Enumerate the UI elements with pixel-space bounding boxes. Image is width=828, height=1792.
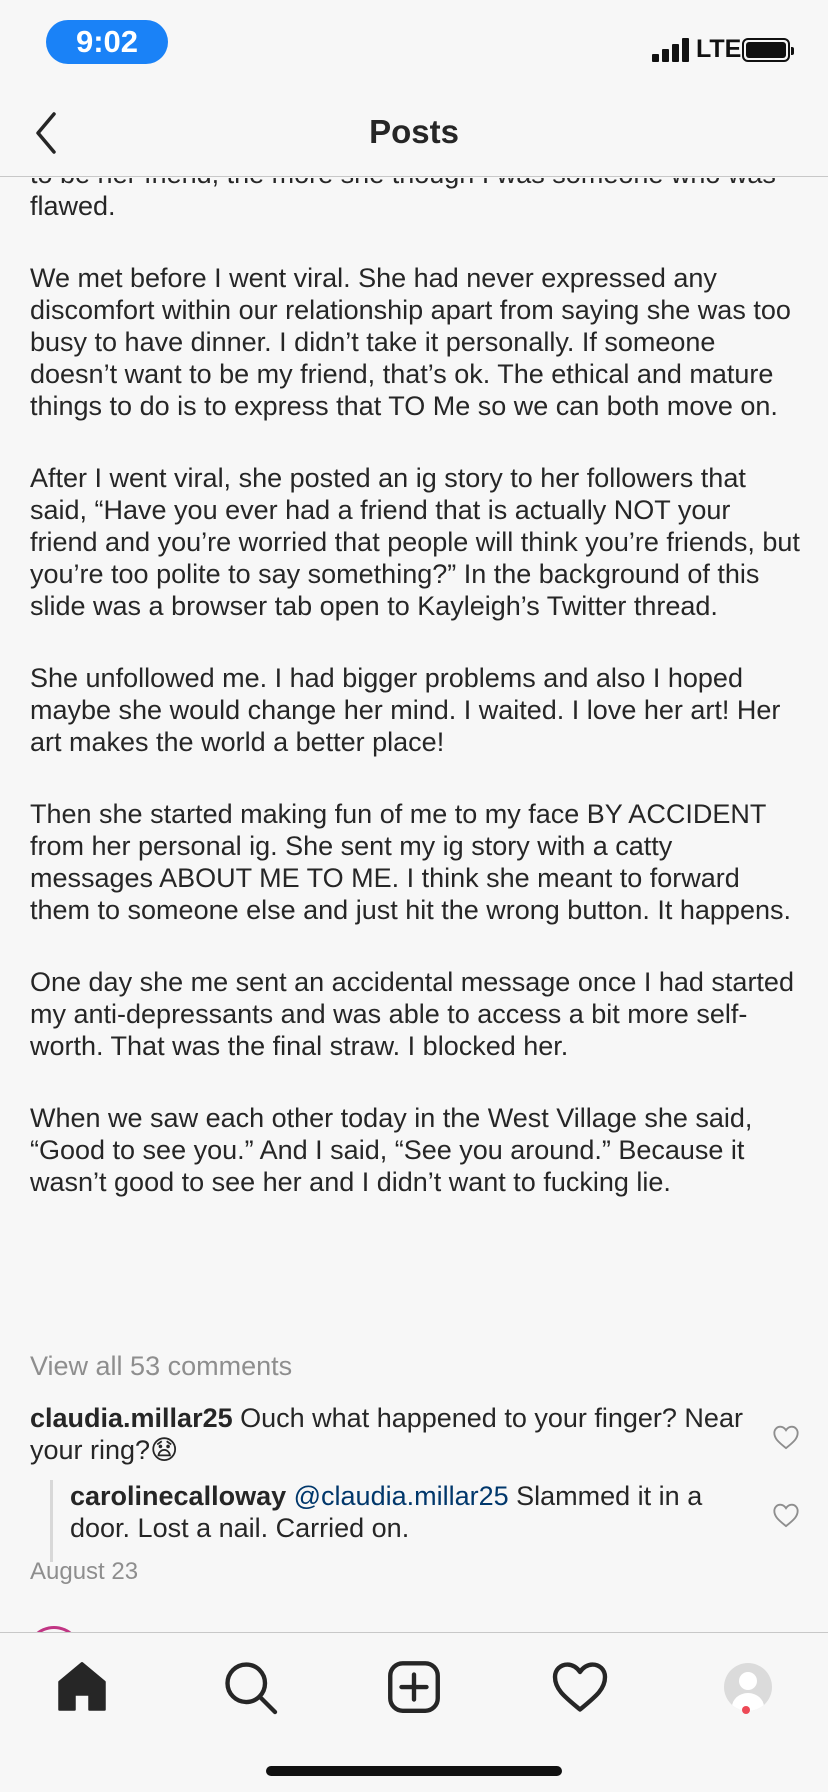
comment-reply: carolinecalloway @claudia.millar25 Slamm… [70, 1480, 750, 1544]
page-title: Posts [369, 113, 459, 150]
search-icon [225, 1662, 278, 1715]
home-indicator[interactable] [266, 1766, 562, 1776]
heart-icon [773, 1425, 799, 1450]
nav-header: Posts [0, 88, 828, 177]
post-date: August 23 [30, 1558, 139, 1585]
caption-paragraph: She unfollowed me. I had bigger problems… [30, 663, 788, 757]
add-post-icon [388, 1661, 440, 1713]
caption-paragraph: One day she me sent an accidental messag… [30, 967, 802, 1061]
comment: claudia.millar25 Ouch what happened to y… [30, 1402, 750, 1466]
tab-activity[interactable] [550, 1657, 610, 1717]
caption-paragraph: We met before I went viral. She had neve… [30, 263, 799, 421]
instagram-post-screen: 9:02 LTE Posts to be her friend, the mor… [0, 0, 828, 1792]
comment-username[interactable]: claudia.millar25 [30, 1403, 233, 1433]
comment-mention[interactable]: @claudia.millar25 [294, 1481, 509, 1511]
signal-icon [652, 38, 692, 62]
caption-paragraph: When we saw each other today in the West… [30, 1103, 760, 1197]
comment-username[interactable]: carolinecalloway [70, 1481, 286, 1511]
heart-icon [552, 1662, 608, 1712]
tab-search[interactable] [220, 1657, 280, 1717]
home-icon [58, 1662, 106, 1711]
notification-dot [742, 1706, 750, 1714]
status-time[interactable]: 9:02 [46, 20, 168, 64]
view-all-comments-link[interactable]: View all 53 comments [30, 1350, 292, 1382]
reply-thread-line [50, 1480, 53, 1562]
caption-paragraph: After I went viral, she posted an ig sto… [30, 463, 808, 621]
network-label: LTE [696, 35, 742, 63]
caption-paragraph: Then she started making fun of me to my … [30, 799, 791, 925]
profile-icon [724, 1663, 772, 1711]
caption-paragraph: to be her friend, the more she though I … [30, 178, 776, 221]
heart-icon [773, 1503, 799, 1528]
tab-new-post[interactable] [384, 1657, 444, 1717]
tab-home[interactable] [52, 1657, 112, 1717]
post-caption: to be her friend, the more she though I … [30, 178, 800, 1238]
like-reply-button[interactable] [772, 1502, 800, 1528]
battery-icon [742, 38, 794, 62]
like-comment-button[interactable] [772, 1424, 800, 1450]
status-bar: 9:02 LTE [0, 0, 828, 88]
